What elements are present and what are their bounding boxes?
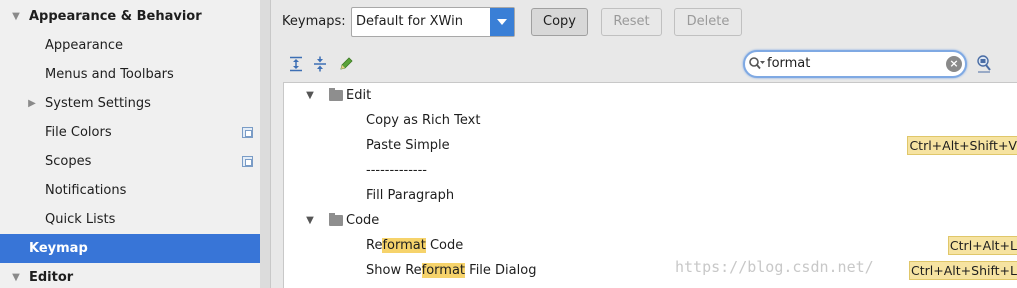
expand-arrow-icon[interactable]: ▼ bbox=[304, 208, 316, 233]
settings-sidebar: ▼ Appearance & Behavior Appearance Menus… bbox=[0, 0, 260, 288]
tree-separator-row: ------------- bbox=[366, 163, 427, 178]
tree-group-edit[interactable]: ▼ Edit bbox=[284, 83, 1017, 108]
collapse-all-icon[interactable] bbox=[312, 56, 328, 72]
tree-action-row[interactable]: Copy as Rich Text bbox=[284, 108, 1017, 133]
tree-action-row[interactable]: Fill Paragraph bbox=[284, 183, 1017, 208]
sidebar-item-menus-toolbars[interactable]: Menus and Toolbars bbox=[0, 60, 260, 89]
action-label: Show Reformat File Dialog bbox=[366, 263, 537, 278]
chevron-down-icon[interactable] bbox=[490, 8, 514, 36]
shortcut-badge: Ctrl+Alt+Shift+V bbox=[907, 136, 1017, 155]
action-label: Reformat Code bbox=[366, 238, 464, 253]
tree-group-code[interactable]: ▼ Code bbox=[284, 208, 1017, 233]
tree-action-row[interactable]: Reformat Code Ctrl+Alt+L bbox=[284, 233, 1017, 258]
edit-shortcut-icon[interactable] bbox=[338, 56, 354, 72]
sidebar-item-quick-lists[interactable]: Quick Lists bbox=[0, 205, 260, 234]
sidebar-item-editor[interactable]: ▼ Editor bbox=[0, 263, 260, 288]
sidebar-item-appearance[interactable]: Appearance bbox=[0, 31, 260, 60]
expand-arrow-icon[interactable]: ▼ bbox=[9, 2, 23, 31]
actions-tree: ▼ Edit Copy as Rich Text Paste Simple Ct… bbox=[283, 82, 1017, 288]
reset-button[interactable]: Reset bbox=[601, 8, 662, 36]
search-icon[interactable] bbox=[748, 56, 766, 72]
keymap-panel: Keymaps: Default for XWin Copy Reset Del… bbox=[270, 0, 1017, 288]
keymap-select-value: Default for XWin bbox=[356, 14, 463, 29]
watermark-text: https://blog.csdn.net/ bbox=[675, 258, 874, 276]
folder-icon bbox=[329, 88, 343, 101]
clear-search-icon[interactable]: × bbox=[946, 56, 962, 72]
expand-arrow-icon[interactable]: ▼ bbox=[9, 263, 23, 288]
collapse-arrow-icon[interactable]: ▶ bbox=[25, 89, 39, 118]
keymap-select[interactable]: Default for XWin bbox=[351, 7, 515, 37]
tree-action-row[interactable]: Show Reformat File Dialog Ctrl+Alt+Shift… bbox=[284, 258, 1017, 283]
sidebar-item-scopes[interactable]: Scopes bbox=[0, 147, 260, 176]
tree-action-row[interactable]: Paste Simple Ctrl+Alt+Shift+V bbox=[284, 133, 1017, 158]
folder-icon bbox=[329, 213, 343, 226]
sidebar-item-notifications[interactable]: Notifications bbox=[0, 176, 260, 205]
sidebar-item-system-settings[interactable]: ▶ System Settings bbox=[0, 89, 260, 118]
shortcut-badge: Ctrl+Alt+Shift+L bbox=[909, 261, 1017, 280]
search-match-highlight: format bbox=[382, 238, 426, 253]
delete-button[interactable]: Delete bbox=[674, 8, 742, 36]
search-value: format bbox=[767, 56, 811, 71]
find-by-shortcut-icon[interactable] bbox=[975, 54, 993, 74]
keymaps-label: Keymaps: bbox=[282, 14, 346, 29]
shortcut-badge: Ctrl+Alt+L bbox=[947, 236, 1017, 255]
copy-button[interactable]: Copy bbox=[531, 8, 588, 36]
sidebar-item-file-colors[interactable]: File Colors bbox=[0, 118, 260, 147]
project-level-icon bbox=[242, 156, 253, 167]
expand-all-icon[interactable] bbox=[288, 56, 304, 72]
search-match-highlight: format bbox=[421, 263, 466, 278]
sidebar-item-appearance-behavior[interactable]: ▼ Appearance & Behavior bbox=[0, 2, 260, 31]
search-input[interactable]: format × bbox=[743, 50, 967, 78]
sidebar-item-keymap[interactable]: Keymap bbox=[0, 234, 260, 263]
project-level-icon bbox=[242, 127, 253, 138]
expand-arrow-icon[interactable]: ▼ bbox=[304, 83, 316, 108]
sidebar-scrollbar[interactable] bbox=[260, 0, 270, 288]
